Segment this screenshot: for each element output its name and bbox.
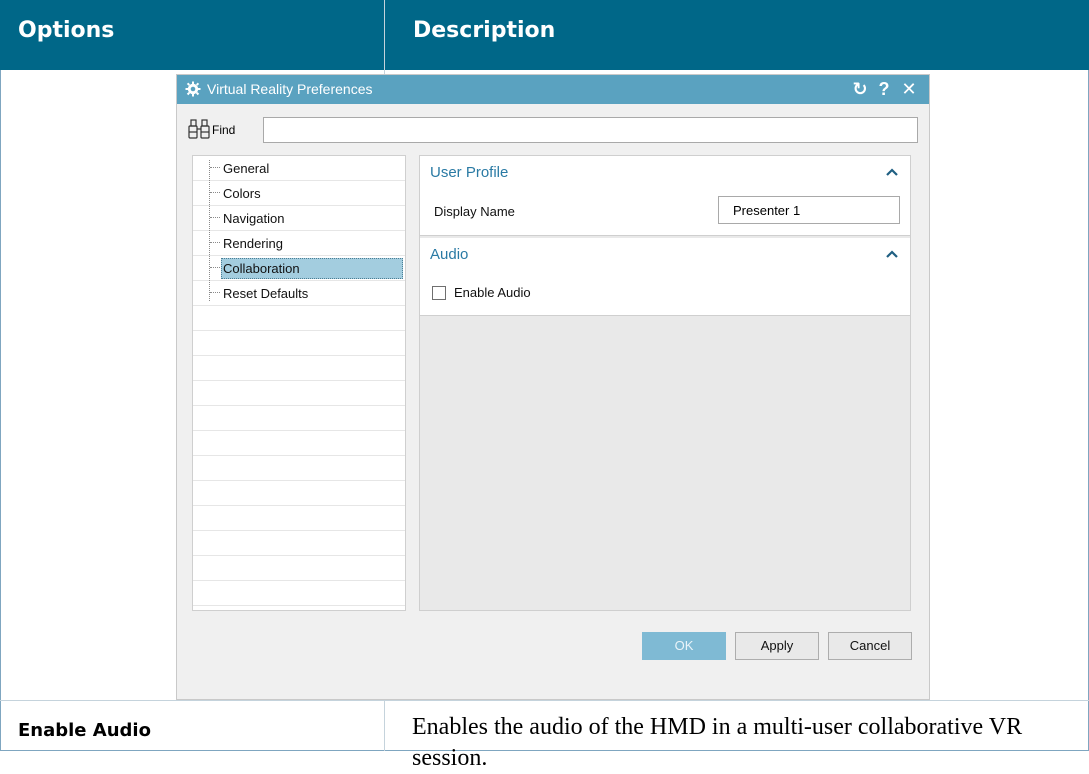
- tree-connector: [210, 242, 220, 243]
- category-tree: General Colors Navigation Rendering Coll…: [192, 155, 406, 611]
- header-description: Description: [413, 18, 556, 43]
- tree-row: [193, 531, 405, 556]
- tree-item-navigation[interactable]: Navigation: [193, 206, 405, 231]
- close-icon[interactable]: ✕: [899, 78, 919, 100]
- tree-row: [193, 306, 405, 331]
- header-options: Options: [18, 18, 115, 43]
- dialog-title: Virtual Reality Preferences: [207, 81, 373, 97]
- option-name: Enable Audio: [18, 720, 151, 741]
- tree-row: [193, 456, 405, 481]
- tree-row: [193, 381, 405, 406]
- tree-row: [193, 356, 405, 381]
- tree-row: [193, 331, 405, 356]
- enable-audio-checkbox[interactable]: [432, 286, 446, 300]
- tree-item-label: Reset Defaults: [223, 286, 309, 301]
- find-input[interactable]: [263, 117, 918, 143]
- ok-button[interactable]: OK: [642, 632, 726, 660]
- tree-item-label: Collaboration: [223, 261, 300, 276]
- tree-row: [193, 506, 405, 531]
- tree-row: [193, 431, 405, 456]
- option-description: Enables the audio of the HMD in a multi-…: [412, 714, 1023, 771]
- dialog-titlebar[interactable]: Virtual Reality Preferences ↻ ? ✕: [177, 75, 929, 104]
- tree-item-colors[interactable]: Colors: [193, 181, 405, 206]
- tree-connector: [210, 292, 220, 293]
- tree-item-label: General: [223, 161, 270, 176]
- tree-row: [193, 481, 405, 506]
- tree-row: [193, 406, 405, 431]
- apply-button[interactable]: Apply: [735, 632, 819, 660]
- reset-icon[interactable]: ↻: [850, 78, 870, 100]
- find-row: Find: [187, 115, 921, 145]
- audio-section: Audio Enable Audio: [420, 238, 910, 316]
- tree-item-general[interactable]: General: [193, 156, 405, 181]
- enable-audio-label: Enable Audio: [454, 285, 531, 300]
- tree-item-label: Colors: [223, 186, 261, 201]
- find-label: Find: [212, 123, 236, 137]
- tree-item-collaboration[interactable]: Collaboration: [193, 256, 405, 281]
- tree-connector: [210, 267, 220, 268]
- tree-connector: [210, 192, 220, 193]
- tree-row: [193, 581, 405, 606]
- tree-row: [193, 556, 405, 581]
- gear-icon: [185, 81, 201, 97]
- tree-connector: [210, 217, 220, 218]
- row-divider: [0, 700, 1089, 701]
- tree-connector: [210, 167, 220, 168]
- help-icon[interactable]: ?: [874, 78, 894, 100]
- cancel-button[interactable]: Cancel: [828, 632, 912, 660]
- binoculars-icon: [188, 119, 210, 139]
- collapse-caret-icon[interactable]: [884, 164, 900, 180]
- tree-item-label: Rendering: [223, 236, 283, 251]
- collapse-caret-icon[interactable]: [884, 246, 900, 262]
- tree-item-rendering[interactable]: Rendering: [193, 231, 405, 256]
- audio-title: Audio: [430, 246, 469, 263]
- display-name-input[interactable]: [718, 196, 900, 224]
- preferences-dialog: Virtual Reality Preferences ↻ ? ✕ Find G…: [176, 74, 930, 700]
- tree-item-label: Navigation: [223, 211, 285, 226]
- user-profile-section: User Profile Display Name: [420, 156, 910, 236]
- settings-panel: User Profile Display Name Audio Enable A…: [419, 155, 911, 611]
- display-name-label: Display Name: [434, 204, 515, 219]
- tree-item-reset-defaults[interactable]: Reset Defaults: [193, 281, 405, 306]
- table-header: Options Description: [0, 0, 1089, 70]
- user-profile-title: User Profile: [430, 164, 509, 181]
